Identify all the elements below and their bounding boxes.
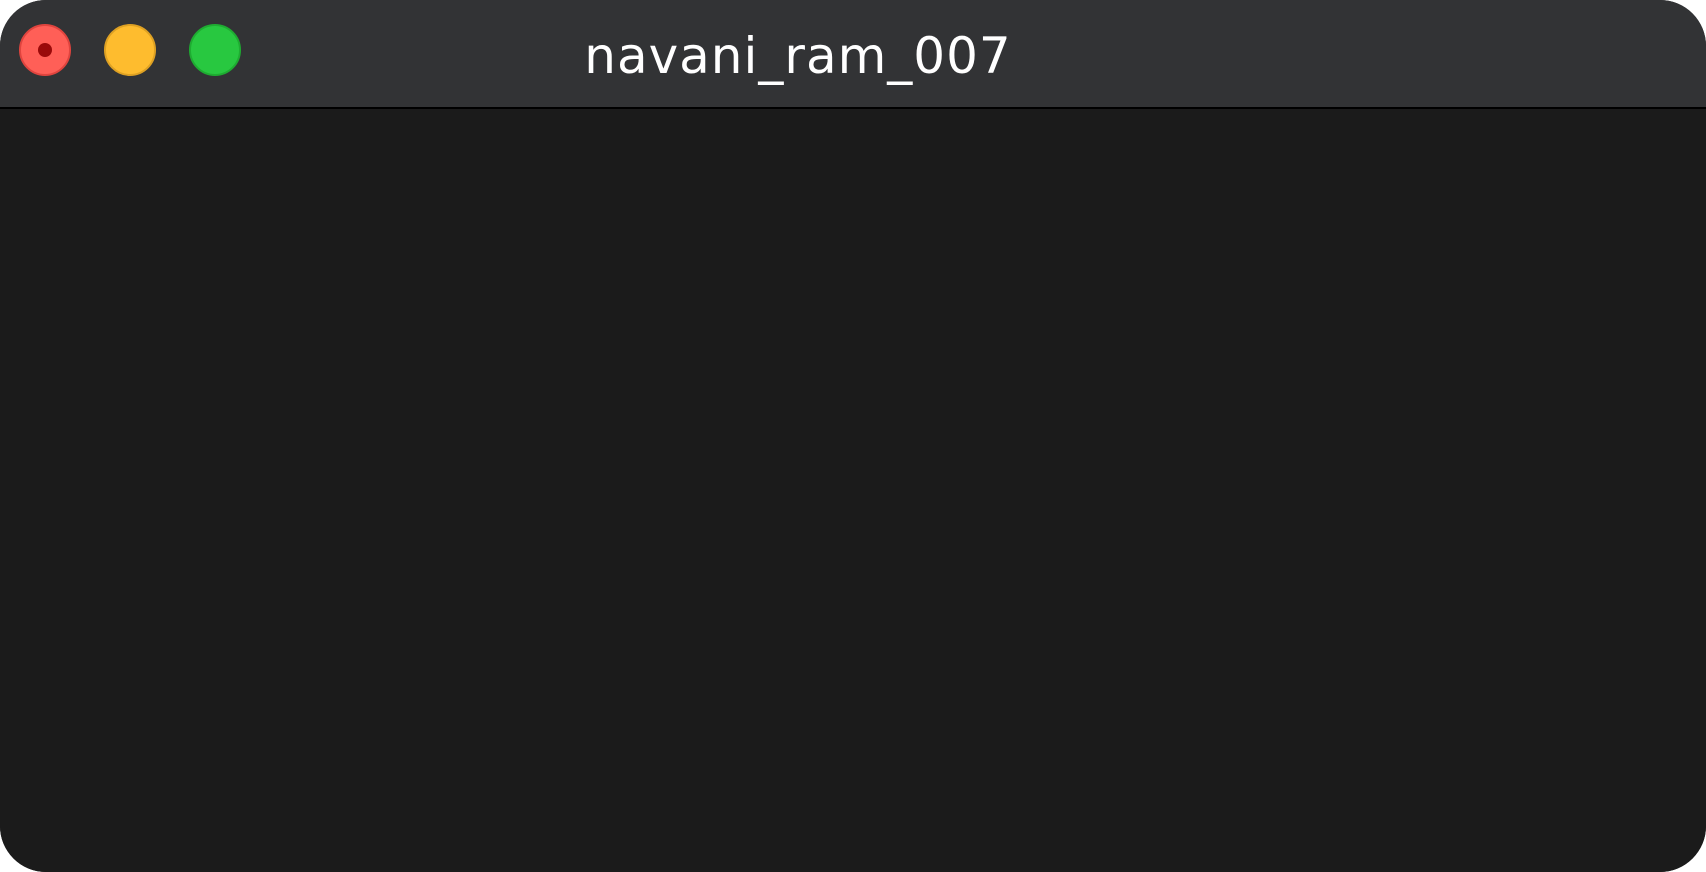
app-window: navani_ram_007 — [0, 0, 1706, 872]
title-bar[interactable]: navani_ram_007 — [0, 0, 1706, 109]
window-title: navani_ram_007 — [584, 27, 1012, 85]
window-content — [0, 109, 1706, 872]
